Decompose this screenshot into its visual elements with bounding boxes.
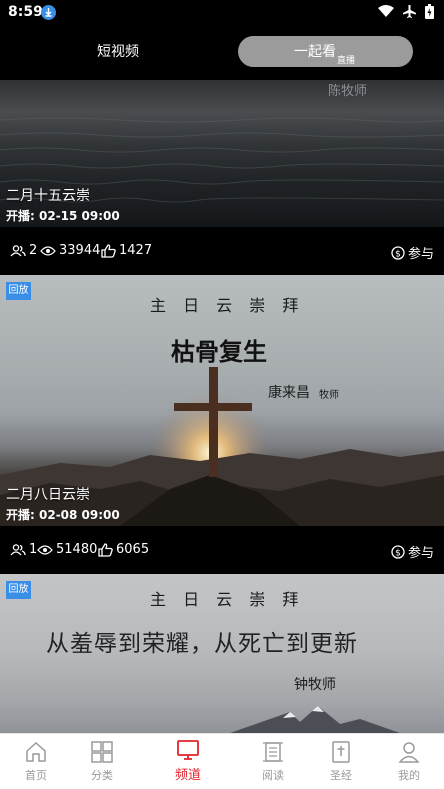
views-count: 33944 [59,243,101,258]
nav-label: 频道 [174,768,201,783]
join-button[interactable]: $ 参与 [391,542,434,561]
live-card-thumbnail[interactable]: 陈牧师 二月十五云崇 开播: 02-15 09:00 [0,80,444,227]
card-start-time: 开播: 02-15 09:00 [6,207,120,224]
nav-item-bible[interactable]: 圣经 [305,734,377,789]
airplane-icon [403,5,416,18]
likes-count: 6065 [116,542,150,557]
grid-icon [91,741,113,763]
svg-text:$: $ [395,249,401,259]
service-header: 主 日 云 崇 拜 [150,590,305,609]
tv-icon [177,740,199,760]
nav-label: 首页 [25,769,47,782]
dollar-circle-icon: $ [391,544,405,559]
join-button[interactable]: $ 参与 [391,243,434,262]
nav-item-me[interactable]: 我的 [373,734,444,789]
scroll-icon [263,742,283,762]
thumbs-up-icon [98,542,113,557]
views-stat: 51480 [37,542,97,557]
tab-live-label: 一起看 [294,44,336,60]
card-title: 二月八日云崇 [6,487,90,503]
status-time: 8:59 [8,4,43,20]
nav-label: 我的 [398,769,420,782]
participants-stat: 1 [10,542,37,557]
participants-count: 2 [29,243,38,258]
views-stat: 33944 [40,243,100,258]
join-label: 参与 [407,247,434,262]
replay-card-thumbnail[interactable]: 回放 主 日 云 崇 拜 从羞辱到荣耀，从死亡到更新 钟牧师 [0,574,444,733]
start-label: 开播: [6,508,35,522]
nav-label: 分类 [91,769,113,782]
replay-card-thumbnail[interactable]: 回放 主 日 云 崇 拜 枯骨复生 康来昌 牧师 二月八日云崇 开播: 02-0… [0,275,444,526]
likes-stat: 6065 [98,542,149,557]
dollar-circle-icon: $ [391,245,405,260]
likes-stat: 1427 [101,243,152,258]
wifi-icon [378,5,394,17]
status-bar: 8:59 [0,0,444,26]
nav-label: 圣经 [330,769,352,782]
card-stats-row: 1 51480 6065 $ 参与 [0,526,444,574]
svg-text:$: $ [395,548,401,558]
pastor-name: 钟牧师 [294,677,336,693]
card-start-time: 开播: 02-08 09:00 [6,506,120,523]
eye-icon [40,245,56,256]
watermark-text: 陈牧师 [328,84,368,99]
user-icon [398,742,420,763]
tab-short-video[interactable]: 短视频 [97,41,139,61]
replay-badge: 回放 [6,282,31,300]
start-label: 开播: [6,209,35,223]
nav-item-category[interactable]: 分类 [66,734,138,789]
likes-count: 1427 [119,243,153,258]
start-time-value: 02-15 09:00 [39,209,120,223]
service-header: 主 日 云 崇 拜 [150,296,305,315]
sermon-title: 从羞辱到荣耀，从死亡到更新 [46,631,358,657]
battery-icon [425,4,434,19]
tab-live-sublabel: 直播 [337,56,356,66]
views-count: 51480 [56,542,98,557]
thumbs-up-icon [101,243,116,258]
download-icon [41,5,56,20]
sermon-title: 枯骨复生 [171,337,267,366]
participants-stat: 2 [10,243,37,258]
nav-item-home[interactable]: 首页 [0,734,72,789]
join-label: 参与 [407,546,434,561]
replay-badge: 回放 [6,581,31,599]
eye-icon [37,544,53,555]
home-icon [26,741,46,762]
pastor-name: 康来昌 [268,385,310,401]
bottom-nav-bar: 首页 分类 频道 阅读 圣经 我的 [0,733,444,789]
nav-label: 阅读 [262,769,284,782]
start-time-value: 02-08 09:00 [39,508,120,522]
people-icon [10,244,26,256]
nav-item-read[interactable]: 阅读 [237,734,309,789]
pastor-role: 牧师 [319,390,339,401]
nav-item-channel[interactable]: 频道 [152,734,224,789]
tab-live-watch[interactable]: 一起看 直播 [238,36,413,67]
people-icon [10,543,26,555]
top-tab-bar: 短视频 一起看 直播 [0,26,444,80]
bible-icon [332,741,350,763]
card-title: 二月十五云崇 [6,188,90,204]
card-stats-row: 2 33944 1427 $ 参与 [0,227,444,275]
